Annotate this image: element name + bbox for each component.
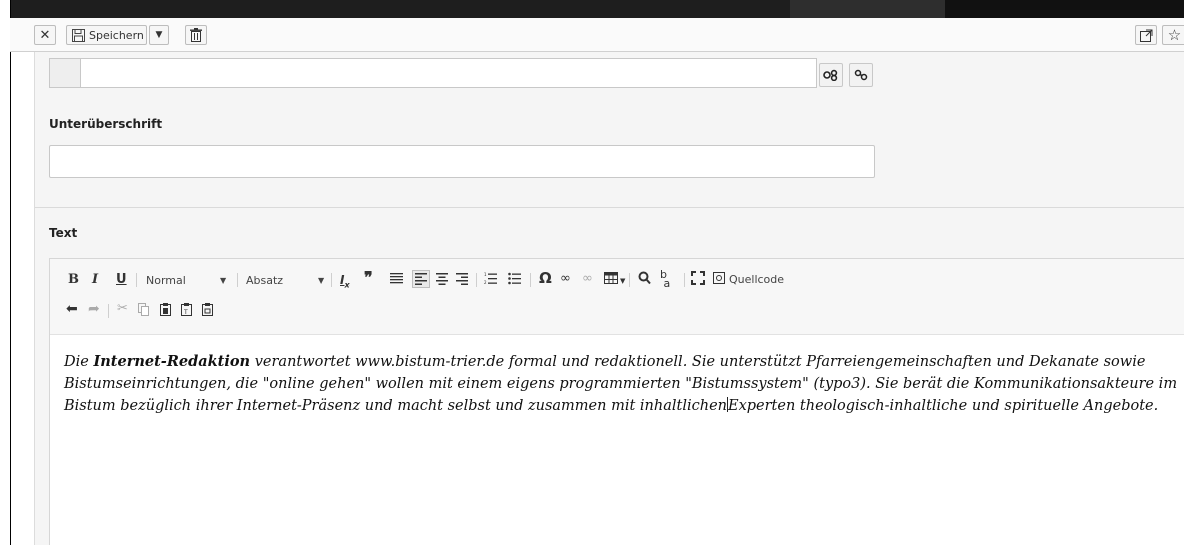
paste-text-icon[interactable]: T — [181, 303, 192, 316]
source-code-icon[interactable] — [713, 272, 725, 284]
text-label: Text — [49, 226, 78, 240]
trash-icon — [190, 28, 202, 42]
search-icon[interactable] — [638, 271, 651, 285]
document-toolbar: ✕ Speichern ▼ ☆ — [10, 18, 1184, 52]
toolbar-separator — [108, 304, 109, 318]
source-code-button[interactable]: Quellcode — [729, 273, 784, 287]
link-input-addon — [50, 59, 81, 87]
editor-toolbar: B I U Normal ▼ Absatz ▼ Ix ❞ 12 Ω ∞ ∞ ▼ … — [50, 259, 1184, 335]
italic-button[interactable]: I — [92, 273, 98, 287]
top-bar-segment — [945, 0, 1184, 18]
unlink-icon — [854, 69, 868, 81]
svg-text:1: 1 — [484, 272, 487, 277]
undo-icon[interactable]: ⬅ — [66, 302, 78, 316]
insert-link-icon[interactable]: ∞ — [560, 272, 571, 286]
remove-format-icon[interactable]: Ix — [340, 273, 350, 292]
toolbar-separator — [530, 273, 531, 287]
special-character-icon[interactable]: Ω — [539, 271, 552, 286]
copy-icon[interactable] — [138, 303, 149, 316]
cut-icon[interactable]: ✂ — [117, 302, 128, 316]
fullscreen-icon[interactable] — [691, 271, 705, 285]
svg-text:T: T — [183, 309, 188, 316]
toolbar-separator — [136, 273, 137, 287]
content-text: Die — [64, 354, 94, 370]
numbered-list-icon[interactable]: 12 — [484, 272, 497, 285]
table-icon[interactable] — [604, 272, 618, 284]
external-link-icon — [1139, 29, 1152, 42]
window-left-border — [10, 0, 11, 545]
browser-top-bar — [10, 0, 1184, 18]
link-icon — [823, 69, 838, 81]
remove-link-icon[interactable]: ∞ — [582, 272, 593, 286]
delete-button[interactable] — [185, 25, 207, 45]
redo-icon[interactable]: ➦ — [88, 302, 100, 316]
save-button[interactable]: Speichern — [66, 25, 147, 45]
bullet-list-icon[interactable] — [508, 272, 521, 285]
align-right-icon[interactable] — [456, 273, 468, 285]
toolbar-separator — [237, 273, 238, 287]
close-button[interactable]: ✕ — [34, 25, 56, 45]
save-button-label: Speichern — [89, 28, 144, 42]
editor-content[interactable]: Die Internet-Redaktion verantwortet www.… — [64, 351, 1184, 417]
open-new-window-button[interactable] — [1135, 25, 1157, 45]
paragraph-select-arrow-icon[interactable]: ▼ — [318, 274, 324, 288]
bold-button[interactable]: B — [68, 273, 79, 287]
subheading-input[interactable] — [49, 145, 875, 178]
top-bar-segment — [790, 0, 945, 18]
table-dropdown-icon[interactable]: ▼ — [620, 274, 625, 288]
svg-text:2: 2 — [484, 280, 487, 285]
content-text: Experten theologisch-inhaltliche und spi… — [728, 398, 1159, 414]
save-options-dropdown[interactable]: ▼ — [149, 25, 169, 45]
paste-icon[interactable] — [160, 303, 171, 316]
form-content: Unterüberschrift Text B I U Normal ▼ Abs… — [34, 52, 1184, 545]
rich-text-editor: B I U Normal ▼ Absatz ▼ Ix ❞ 12 Ω ∞ ∞ ▼ … — [49, 258, 1184, 545]
star-icon: ☆ — [1167, 26, 1182, 44]
link-browser-button[interactable] — [819, 63, 843, 87]
toolbar-separator — [331, 273, 332, 287]
paragraph-format-select[interactable]: Absatz — [246, 274, 283, 288]
close-icon: ✕ — [39, 27, 51, 43]
toolbar-separator — [476, 273, 477, 287]
toolbar-separator — [629, 273, 630, 287]
toolbar-separator — [684, 273, 685, 287]
link-input[interactable] — [49, 58, 817, 88]
underline-button[interactable]: U — [116, 273, 127, 287]
content-bold-text: Internet-Redaktion — [93, 353, 251, 370]
replace-icon[interactable]: b a — [660, 269, 670, 289]
horizontal-rule-icon[interactable] — [390, 272, 403, 285]
section-divider — [35, 207, 1184, 208]
align-center-icon[interactable] — [436, 273, 448, 285]
caret-down-icon: ▼ — [155, 30, 163, 40]
unlink-button[interactable] — [849, 63, 873, 87]
style-select[interactable]: Normal — [146, 274, 186, 288]
paste-word-icon[interactable] — [202, 303, 213, 316]
style-select-arrow-icon[interactable]: ▼ — [220, 274, 226, 288]
subheading-label: Unterüberschrift — [49, 117, 163, 131]
save-icon — [72, 28, 85, 42]
align-left-icon[interactable] — [415, 273, 427, 285]
bookmark-button[interactable]: ☆ — [1162, 25, 1184, 45]
blockquote-icon[interactable]: ❞ — [364, 270, 373, 286]
